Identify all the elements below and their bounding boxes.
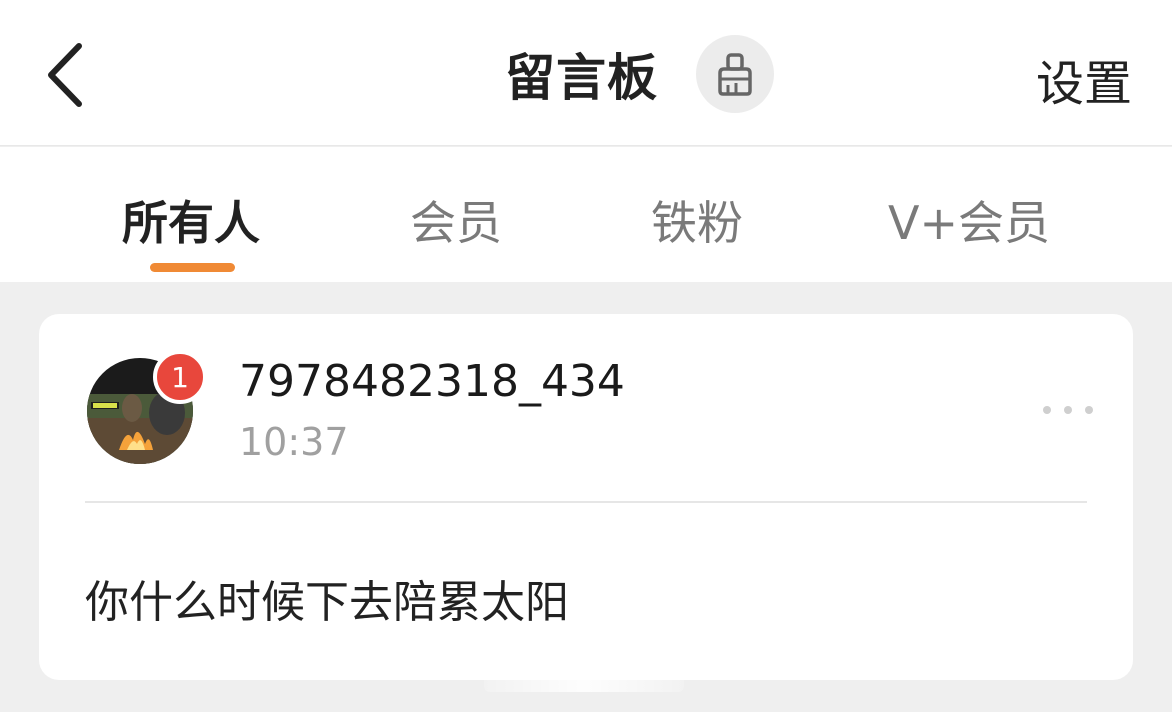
divider bbox=[85, 501, 1087, 503]
settings-button[interactable]: 设置 bbox=[1036, 44, 1132, 114]
timestamp: 10:37 bbox=[239, 420, 349, 464]
broom-icon bbox=[718, 53, 752, 96]
home-indicator bbox=[484, 672, 684, 692]
tab-bar: 所有人 会员 铁粉 V+会员 bbox=[0, 147, 1172, 282]
title-group: 留言板 bbox=[505, 34, 774, 114]
more-options-button[interactable] bbox=[1043, 392, 1093, 428]
username[interactable]: 7978482318_434 bbox=[239, 356, 625, 407]
tab-members[interactable]: 会员 bbox=[410, 187, 502, 253]
page-title: 留言板 bbox=[505, 49, 658, 107]
clear-button[interactable] bbox=[696, 35, 774, 113]
message-card[interactable]: 1 7978482318_434 10:37 你什么时候下去陪累太阳 bbox=[39, 314, 1133, 680]
back-button[interactable] bbox=[30, 40, 100, 110]
dot-icon bbox=[1064, 406, 1072, 414]
dot-icon bbox=[1085, 406, 1093, 414]
message-text: 你什么时候下去陪累太阳 bbox=[85, 577, 569, 628]
tab-vplus-members[interactable]: V+会员 bbox=[888, 187, 1050, 253]
tab-everyone[interactable]: 所有人 bbox=[122, 187, 260, 253]
unread-badge: 1 bbox=[153, 350, 207, 404]
tab-iron-fans[interactable]: 铁粉 bbox=[651, 187, 743, 253]
chevron-left-icon bbox=[48, 43, 82, 107]
top-bar: 留言板 设置 bbox=[0, 0, 1172, 146]
dot-icon bbox=[1043, 406, 1051, 414]
active-tab-indicator bbox=[150, 263, 235, 272]
